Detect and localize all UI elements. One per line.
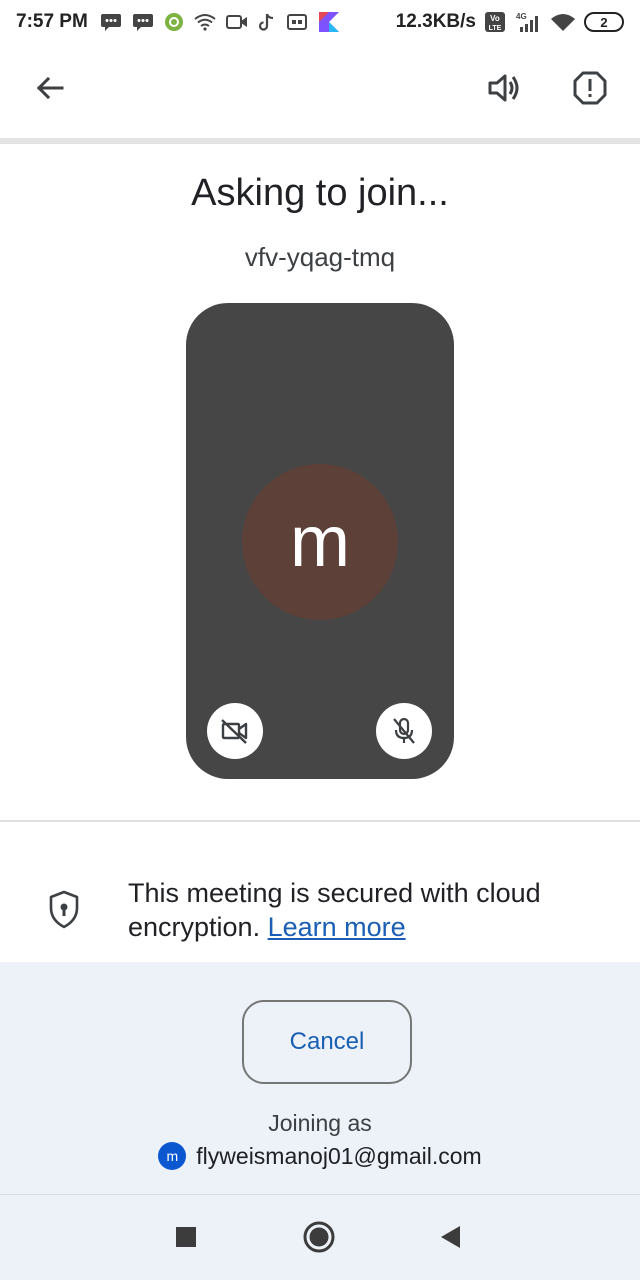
home-button[interactable] bbox=[294, 1215, 344, 1259]
status-right: 12.3KB/s Vo LTE 4G 2 bbox=[396, 11, 624, 33]
video-icon bbox=[225, 13, 248, 31]
wifi-icon bbox=[550, 12, 576, 32]
meeting-code: vfv-yqag-tmq bbox=[244, 242, 396, 272]
app-bar-divider bbox=[0, 138, 640, 144]
status-bar: 7:57 PM 12.3KB/s Vo LTE 4G 2 bbox=[0, 0, 640, 44]
security-notice: This meeting is secured with cloud encry… bbox=[0, 876, 640, 948]
square-icon bbox=[176, 1227, 196, 1247]
system-nav-bar bbox=[0, 1195, 640, 1280]
account-info: m flyweismanoj01@gmail.com bbox=[0, 1142, 640, 1170]
battery-level: 2 bbox=[600, 14, 608, 30]
joining-as-label: Joining as bbox=[268, 1110, 372, 1136]
vr-icon bbox=[286, 13, 308, 31]
microphone-toggle-button[interactable] bbox=[376, 703, 432, 759]
gear-app-icon bbox=[164, 12, 184, 32]
speaker-icon bbox=[488, 74, 519, 102]
avatar: m bbox=[242, 464, 398, 620]
camera-off-icon bbox=[221, 719, 248, 744]
home-circle-icon bbox=[303, 1221, 335, 1253]
recents-button[interactable] bbox=[161, 1215, 211, 1259]
page-title: Asking to join... bbox=[191, 172, 449, 214]
bottom-panel: Cancel Joining as m flyweismanoj01@gmail… bbox=[0, 962, 640, 1194]
audio-output-button[interactable] bbox=[477, 60, 533, 116]
back-button[interactable] bbox=[22, 60, 78, 116]
security-text: This meeting is secured with cloud encry… bbox=[128, 876, 608, 944]
battery-icon: 2 bbox=[584, 12, 624, 32]
back-arrow-icon bbox=[36, 76, 64, 100]
svg-text:Vo: Vo bbox=[490, 14, 500, 23]
network-speed: 12.3KB/s bbox=[395, 11, 476, 32]
shield-lock-icon bbox=[49, 890, 79, 929]
status-time: 7:57 PM bbox=[16, 11, 88, 32]
camera-toggle-button[interactable] bbox=[207, 703, 263, 759]
tiktok-icon bbox=[258, 12, 276, 32]
report-problem-button[interactable] bbox=[562, 60, 618, 116]
section-divider bbox=[0, 820, 640, 822]
message-icon bbox=[132, 12, 154, 32]
kotlin-icon bbox=[318, 11, 340, 33]
report-icon bbox=[573, 71, 607, 105]
mic-off-icon bbox=[393, 717, 415, 744]
volte-icon: Vo LTE bbox=[484, 11, 506, 33]
account-avatar: m bbox=[158, 1142, 187, 1170]
cancel-button[interactable]: Cancel bbox=[242, 1000, 412, 1084]
account-initial: m bbox=[166, 1148, 179, 1164]
svg-text:LTE: LTE bbox=[489, 25, 502, 32]
triangle-back-icon bbox=[441, 1226, 460, 1248]
signal-icon: 4G bbox=[514, 11, 542, 33]
app-bar bbox=[0, 48, 640, 128]
notification-icons bbox=[100, 11, 340, 33]
self-preview: m bbox=[186, 303, 454, 779]
back-nav-button[interactable] bbox=[425, 1215, 475, 1259]
avatar-letter: m bbox=[290, 502, 350, 582]
wifi-icon bbox=[194, 13, 216, 31]
message-icon bbox=[100, 12, 122, 32]
account-email: flyweismanoj01@gmail.com bbox=[196, 1142, 482, 1169]
svg-text:4G: 4G bbox=[516, 12, 527, 21]
learn-more-link[interactable]: Learn more bbox=[268, 912, 406, 942]
